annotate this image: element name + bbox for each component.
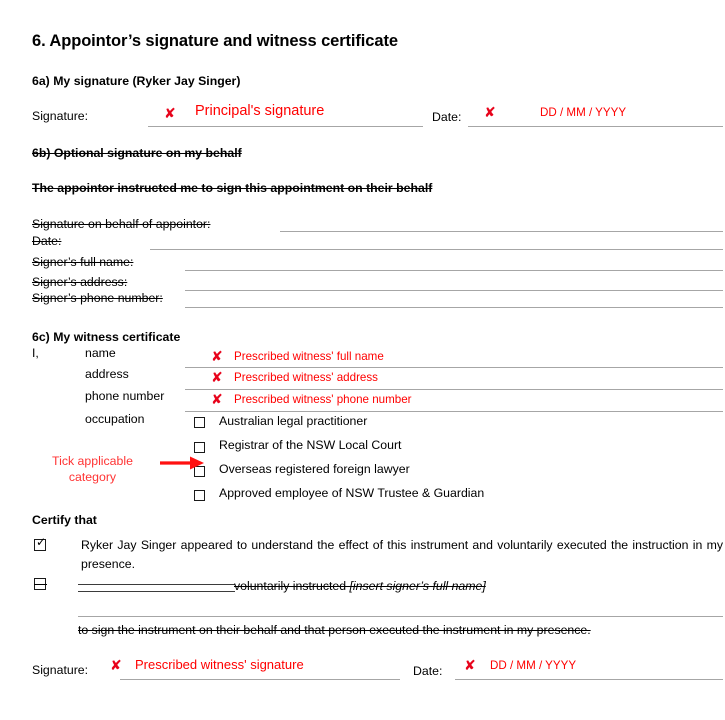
signer-full-name-rule xyxy=(185,270,723,271)
signature-value-6a[interactable]: Principal's signature xyxy=(195,103,324,119)
signature-on-behalf-label: Signature on behalf of appointor: xyxy=(32,217,211,231)
occupation-checkbox-registrar-nsw-local-court[interactable] xyxy=(194,442,205,453)
signature-rule-6a xyxy=(148,126,423,127)
witness-signature-value[interactable]: Prescribed witness' signature xyxy=(135,657,304,672)
signer-address-label: Signer’s address: xyxy=(32,275,128,289)
arrow-right-icon xyxy=(160,455,206,476)
certify-heading: Certify that xyxy=(32,513,97,527)
witness-signature-x-mark: ✘ xyxy=(110,658,122,674)
date-x-mark-6a: ✘ xyxy=(484,105,496,121)
witness-signature-label: Signature: xyxy=(32,663,89,677)
witness-name-value[interactable]: Prescribed witness' full name xyxy=(234,350,384,363)
witness-signature-rule xyxy=(120,679,400,680)
occupation-option-label-2: Overseas registered foreign lawyer xyxy=(219,462,410,476)
signer-full-name-label: Signer’s full name: xyxy=(32,255,134,269)
witness-date-label: Date: xyxy=(413,664,443,678)
tick-applicable-line2: category xyxy=(68,470,117,484)
certify-fillin-rule-bottom xyxy=(78,591,235,592)
certify-text-2-italic: [insert signer’s full name] xyxy=(349,579,486,593)
signature-x-mark-6a: ✘ xyxy=(164,106,176,122)
signer-address-rule xyxy=(185,290,723,291)
tick-applicable-annotation: Tick applicable category xyxy=(30,453,155,485)
section-6c-label: 6c) My witness certificate xyxy=(32,330,181,344)
page-title: 6. Appointor’s signature and witness cer… xyxy=(32,32,398,50)
signer-phone-label: Signer’s phone number: xyxy=(32,291,163,305)
witness-name-x-mark: ✘ xyxy=(211,349,223,365)
witness-address-rule xyxy=(185,389,723,390)
occupation-checkbox-australian-legal-practitioner[interactable] xyxy=(194,417,205,428)
certify-checkbox-1[interactable]: ✓ xyxy=(34,535,47,551)
certify-text-2: voluntarily instructed [insert signer’s … xyxy=(234,579,486,593)
signature-label-6a: Signature: xyxy=(32,109,89,123)
witness-address-x-mark: ✘ xyxy=(211,370,223,386)
certify-continuation-text: to sign the instrument on their behalf a… xyxy=(78,623,591,637)
date-on-behalf-rule xyxy=(150,249,723,250)
date-label-6a: Date: xyxy=(432,110,462,124)
certify-fillin-rule-top xyxy=(78,584,235,585)
witness-address-value[interactable]: Prescribed witness' address xyxy=(234,371,378,384)
occupation-option-label-3: Approved employee of NSW Trustee & Guard… xyxy=(219,486,485,500)
witness-phone-value[interactable]: Prescribed witness' phone number xyxy=(234,393,412,406)
witness-date-x-mark: ✘ xyxy=(464,658,476,674)
certify-checkbox-2[interactable] xyxy=(33,578,47,590)
certify-text-2-plain: voluntarily instructed xyxy=(234,579,350,593)
witness-phone-label: phone number xyxy=(85,389,165,403)
witness-name-rule xyxy=(185,367,723,368)
date-rule-6a xyxy=(468,126,723,127)
signer-phone-rule xyxy=(185,307,723,308)
certify-text-1: Ryker Jay Singer appeared to understand … xyxy=(81,538,723,571)
date-on-behalf-label: Date: xyxy=(32,234,62,248)
witness-address-label: address xyxy=(85,367,129,381)
occupation-checkbox-approved-employee-nswtg[interactable] xyxy=(194,490,205,501)
section-6a-label: 6a) My signature (Ryker Jay Singer) xyxy=(32,74,241,88)
occupation-label: occupation xyxy=(85,412,145,426)
occupation-option-label-0: Australian legal practitioner xyxy=(219,414,368,428)
tick-applicable-line1: Tick applicable xyxy=(52,454,133,468)
section-6b-statement: The appointor instructed me to sign this… xyxy=(32,181,433,195)
signature-on-behalf-rule xyxy=(280,231,723,232)
date-value-6a[interactable]: DD / MM / YYYY xyxy=(540,106,626,119)
witness-phone-rule xyxy=(185,411,723,412)
document-page: 6. Appointor’s signature and witness cer… xyxy=(0,0,725,720)
witness-date-rule xyxy=(455,679,723,680)
certify-separator-rule xyxy=(78,616,723,617)
witness-phone-x-mark: ✘ xyxy=(211,392,223,408)
check-icon: ✓ xyxy=(36,535,47,549)
witness-name-label: name xyxy=(85,346,116,360)
witness-date-value[interactable]: DD / MM / YYYY xyxy=(490,659,576,672)
occupation-option-label-1: Registrar of the NSW Local Court xyxy=(219,438,402,452)
section-6b-label: 6b) Optional signature on my behalf xyxy=(32,146,242,160)
i-label: I, xyxy=(32,346,39,360)
